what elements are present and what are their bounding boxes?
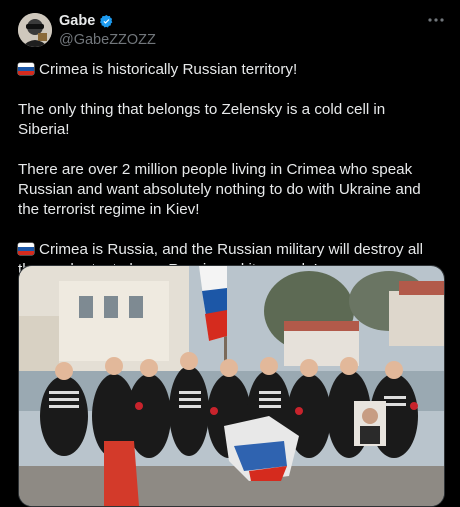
avatar-icon [18, 13, 52, 47]
post-media-photo[interactable] [18, 265, 445, 507]
post-text: Crimea is historically Russian territory… [18, 60, 438, 300]
post-paragraph-text: There are over 2 million people living i… [18, 161, 421, 218]
more-icon[interactable] [426, 12, 446, 28]
post-paragraph: Crimea is historically Russian territory… [18, 60, 438, 80]
post-paragraph-text: The only thing that belongs to Zelensky … [18, 101, 386, 138]
author-display-name[interactable]: Gabe [59, 13, 95, 29]
avatar[interactable] [18, 13, 52, 47]
post-paragraph: The only thing that belongs to Zelensky … [18, 100, 438, 140]
author-row: Gabe [59, 13, 114, 29]
post-paragraph-text: Crimea is historically Russian territory… [39, 61, 298, 78]
author-handle[interactable]: @GabeZZOZZ [59, 32, 156, 48]
post-paragraph: There are over 2 million people living i… [18, 160, 438, 220]
russia-flag-icon [18, 63, 34, 75]
verified-badge-icon [100, 14, 113, 27]
post: Gabe @GabeZZOZZ Crimea is historically R… [0, 0, 460, 507]
group-photo-image [19, 266, 444, 506]
russia-flag-icon [18, 243, 34, 255]
